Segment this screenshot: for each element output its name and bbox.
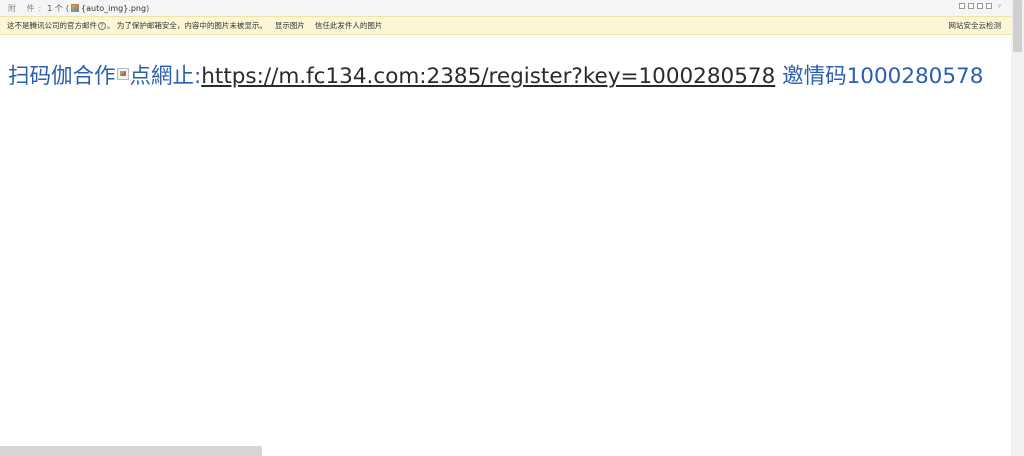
invite-code-value: 1000280578 xyxy=(846,64,984,89)
maximize-icon[interactable] xyxy=(986,3,993,9)
security-cloud-check-link[interactable]: 网站安全云检测 xyxy=(949,20,1002,31)
attachment-file-name[interactable]: {auto_img}.png xyxy=(81,4,146,13)
attachment-paren-open: ( xyxy=(65,3,70,13)
print-icon[interactable] xyxy=(977,3,984,9)
security-warning-bar: 这不是腾讯公司的官方邮件 ? 。 为了保护邮箱安全，内容中的图片未被显示。 显示… xyxy=(0,16,1011,35)
attachment-bar: 附 件: 1 个 ( {auto_img}.png ) ▿ xyxy=(0,0,1011,16)
broken-image-icon xyxy=(116,68,129,80)
email-reader-window: 附 件: 1 个 ( {auto_img}.png ) ▿ 这不是腾讯公司的官方… xyxy=(0,0,1024,456)
warning-text-2: 。 为了保护邮箱安全，内容中的图片未被显示。 xyxy=(107,21,267,30)
horizontal-scrollbar-thumb[interactable] xyxy=(0,446,262,456)
attachment-count: 1 个 xyxy=(47,3,63,13)
attachment-label: 附 件: xyxy=(8,3,46,13)
window-controls: ▿ xyxy=(959,3,1001,10)
image-file-icon xyxy=(71,4,80,12)
restore-icon[interactable] xyxy=(959,3,966,9)
trust-sender-images-link[interactable]: 信任此发件人的图片 xyxy=(315,20,383,31)
warning-text: 这不是腾讯公司的官方邮件 xyxy=(7,21,97,30)
show-images-link[interactable]: 显示图片 xyxy=(275,20,305,31)
help-icon[interactable]: ? xyxy=(98,21,106,30)
register-link[interactable]: https://m.fc134.com:2385/register?key=10… xyxy=(201,64,775,89)
vertical-scrollbar-thumb[interactable] xyxy=(1013,0,1022,52)
new-window-icon[interactable] xyxy=(968,3,975,9)
invite-code-label: 邀情码 xyxy=(775,64,847,89)
message-prefix: 扫码伽合作 xyxy=(8,64,116,89)
vertical-scrollbar[interactable] xyxy=(1011,0,1024,456)
message-address-label: 点網止: xyxy=(129,64,202,89)
message-body: 扫码伽合作 点網止:https://m.fc134.com:2385/regist… xyxy=(8,62,983,92)
chevron-down-icon[interactable]: ▿ xyxy=(997,3,1001,10)
attachment-paren-close: ) xyxy=(146,3,150,13)
